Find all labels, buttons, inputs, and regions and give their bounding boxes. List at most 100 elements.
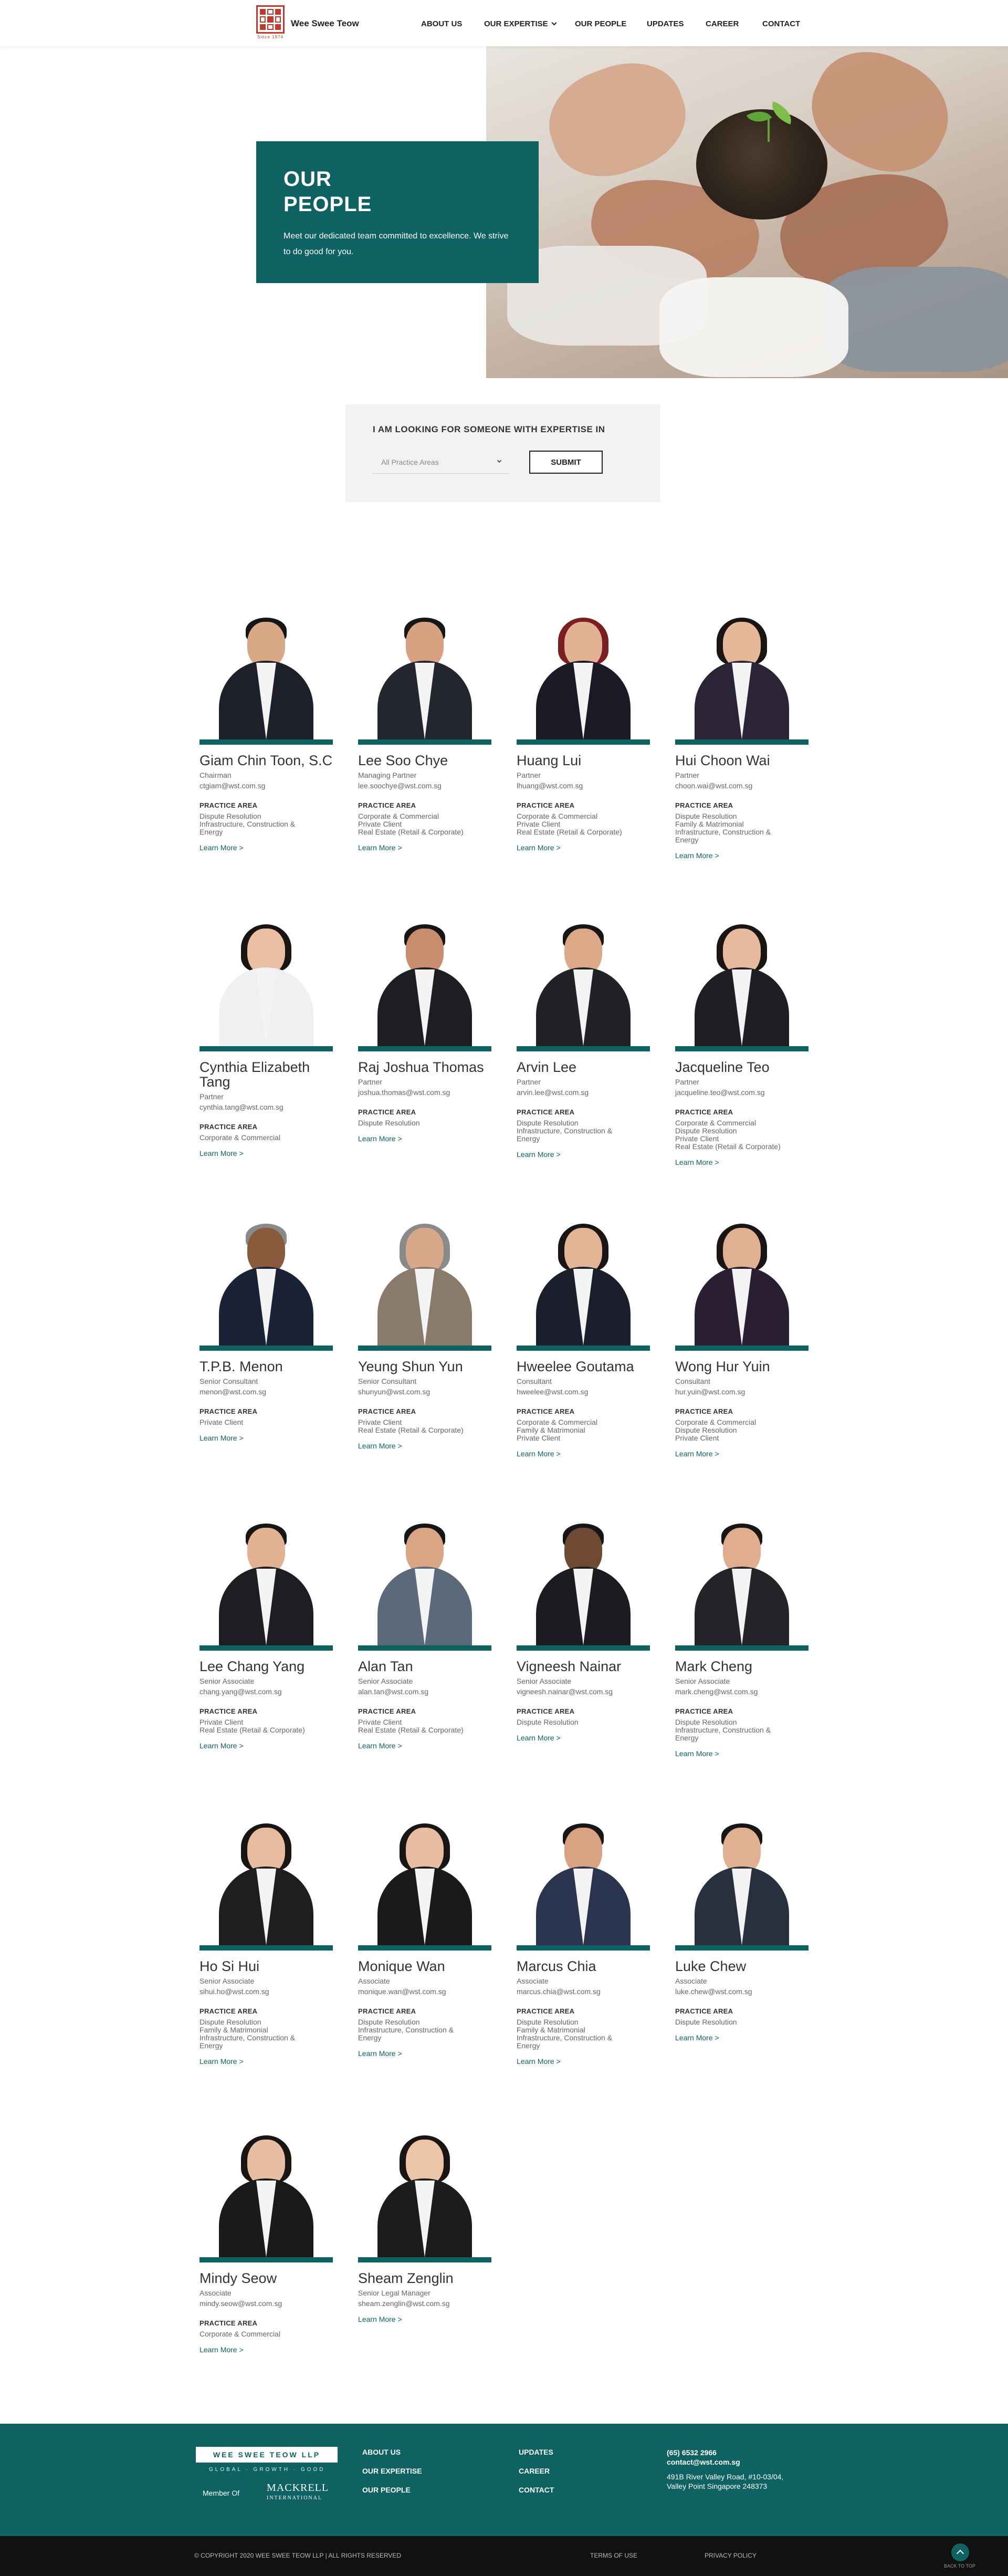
person-email[interactable]: sheam.zenglin@wst.com.sg: [358, 2299, 491, 2308]
person-email[interactable]: jacqueline.teo@wst.com.sg: [675, 1088, 808, 1097]
person-role: Consultant: [675, 1377, 710, 1385]
person-name[interactable]: Marcus Chia: [517, 1959, 650, 1974]
person-email[interactable]: vigneesh.nainar@wst.com.sg: [517, 1687, 650, 1696]
person-name[interactable]: Sheam Zenglin: [358, 2271, 491, 2286]
learn-more-link[interactable]: Learn More >: [675, 851, 719, 860]
learn-more-link[interactable]: Learn More >: [517, 2057, 561, 2066]
footer-link-contact[interactable]: CONTACT: [519, 2486, 554, 2494]
practice-area-list: Dispute Resolution: [517, 1718, 650, 1726]
person-name[interactable]: Hweelee Goutama: [517, 1359, 650, 1374]
person-name[interactable]: Cynthia Elizabeth Tang: [200, 1060, 333, 1089]
person-name[interactable]: Jacqueline Teo: [675, 1060, 808, 1075]
mackrell-sub: INTERNATIONAL: [267, 2495, 322, 2501]
person-email[interactable]: arvin.lee@wst.com.sg: [517, 1088, 650, 1097]
person-email[interactable]: cynthia.tang@wst.com.sg: [200, 1103, 333, 1111]
person-name[interactable]: Giam Chin Toon, S.C: [200, 753, 333, 768]
learn-more-link[interactable]: Learn More >: [358, 1134, 402, 1143]
person-photo: [358, 1798, 491, 1951]
nav-about-us[interactable]: ABOUT US: [421, 19, 462, 28]
person-name[interactable]: Mark Cheng: [675, 1659, 808, 1674]
learn-more-link[interactable]: Learn More >: [358, 2315, 402, 2323]
person-name[interactable]: Hui Choon Wai: [675, 753, 808, 768]
learn-more-link[interactable]: Learn More >: [200, 2345, 244, 2354]
learn-more-link[interactable]: Learn More >: [675, 1749, 719, 1758]
site-logo[interactable]: Since 1974: [254, 5, 287, 40]
practice-area-list: Corporate & Commercial Dispute Resolution…: [675, 1419, 808, 1442]
person-name[interactable]: T.P.B. Menon: [200, 1359, 333, 1374]
privacy-link[interactable]: PRIVACY POLICY: [705, 2552, 757, 2559]
person-email[interactable]: hweelee@wst.com.sg: [517, 1388, 650, 1396]
practice-area-select[interactable]: All Practice Areas: [373, 449, 509, 474]
person-email[interactable]: marcus.chia@wst.com.sg: [517, 1987, 650, 1996]
learn-more-link[interactable]: Learn More >: [200, 1149, 244, 1157]
learn-more-link[interactable]: Learn More >: [675, 1449, 719, 1458]
person-name[interactable]: Lee Chang Yang: [200, 1659, 333, 1674]
person-email[interactable]: lhuang@wst.com.sg: [517, 781, 650, 790]
practice-area-item: Family & Matrimonial: [200, 2026, 268, 2034]
footer-link-career[interactable]: CAREER: [519, 2467, 550, 2475]
person-email[interactable]: mindy.seow@wst.com.sg: [200, 2299, 333, 2308]
nav-career[interactable]: CAREER: [706, 19, 739, 28]
person-name[interactable]: Mindy Seow: [200, 2271, 333, 2286]
learn-more-link[interactable]: Learn More >: [517, 1734, 561, 1742]
person-email[interactable]: chang.yang@wst.com.sg: [200, 1687, 333, 1696]
person-email[interactable]: lee.soochye@wst.com.sg: [358, 781, 491, 790]
learn-more-link[interactable]: Learn More >: [358, 1741, 402, 1750]
nav-our-expertise[interactable]: OUR EXPERTISE: [484, 19, 557, 28]
learn-more-link[interactable]: Learn More >: [200, 843, 244, 852]
person-name[interactable]: Huang Lui: [517, 753, 650, 768]
person-name[interactable]: Luke Chew: [675, 1959, 808, 1974]
learn-more-link[interactable]: Learn More >: [675, 1158, 719, 1166]
person-email[interactable]: alan.tan@wst.com.sg: [358, 1687, 491, 1696]
person-name[interactable]: Arvin Lee: [517, 1060, 650, 1075]
learn-more-link[interactable]: Learn More >: [200, 2057, 244, 2066]
nav-contact[interactable]: CONTACT: [762, 19, 800, 28]
learn-more-link[interactable]: Learn More >: [200, 1434, 244, 1442]
person-name[interactable]: Monique Wan: [358, 1959, 491, 1974]
person-email[interactable]: menon@wst.com.sg: [200, 1388, 333, 1396]
person-email[interactable]: monique.wan@wst.com.sg: [358, 1987, 491, 1996]
person-email[interactable]: choon.wai@wst.com.sg: [675, 781, 808, 790]
learn-more-link[interactable]: Learn More >: [675, 2033, 719, 2042]
person-name[interactable]: Lee Soo Chye: [358, 753, 491, 768]
footer-link-our-expertise[interactable]: OUR EXPERTISE: [362, 2467, 422, 2475]
learn-more-link[interactable]: Learn More >: [200, 1741, 244, 1750]
brand-name[interactable]: Wee Swee Teow: [291, 18, 359, 29]
person-name[interactable]: Yeung Shun Yun: [358, 1359, 491, 1374]
person-email[interactable]: luke.chew@wst.com.sg: [675, 1987, 808, 1996]
person-name[interactable]: Alan Tan: [358, 1659, 491, 1674]
footer-link-updates[interactable]: UPDATES: [519, 2448, 553, 2456]
submit-button[interactable]: SUBMIT: [529, 451, 603, 474]
nav-updates[interactable]: UPDATES: [647, 19, 684, 28]
person-email[interactable]: hur.yuin@wst.com.sg: [675, 1388, 808, 1396]
practice-area-item: Dispute Resolution: [200, 812, 261, 820]
footer-email[interactable]: contact@wst.com.sg: [667, 2457, 740, 2467]
learn-more-link[interactable]: Learn More >: [358, 843, 402, 852]
person-email[interactable]: sihui.ho@wst.com.sg: [200, 1987, 333, 1996]
mackrell-logo[interactable]: MACKRELL INTERNATIONAL: [267, 2483, 329, 2504]
learn-more-link[interactable]: Learn More >: [517, 1449, 561, 1458]
practice-area-item: Family & Matrimonial: [517, 1426, 585, 1434]
person-email[interactable]: ctgiam@wst.com.sg: [200, 781, 333, 790]
person-name[interactable]: Ho Si Hui: [200, 1959, 333, 1974]
nav-our-people[interactable]: OUR PEOPLE: [575, 19, 626, 28]
back-to-top-button[interactable]: [951, 2543, 969, 2561]
photo-accent-bar: [517, 1645, 650, 1651]
footer-phone[interactable]: (65) 6532 2966: [667, 2448, 717, 2457]
learn-more-link[interactable]: Learn More >: [358, 2049, 402, 2058]
learn-more-link[interactable]: Learn More >: [517, 843, 561, 852]
person-email[interactable]: mark.cheng@wst.com.sg: [675, 1687, 808, 1696]
page-title-line2: PEOPLE: [284, 193, 372, 216]
person-card: Vigneesh Nainar Senior Associate vigneesh.…: [517, 1498, 650, 1743]
person-name[interactable]: Wong Hur Yuin: [675, 1359, 808, 1374]
person-name[interactable]: Raj Joshua Thomas: [358, 1060, 491, 1075]
person-name[interactable]: Vigneesh Nainar: [517, 1659, 650, 1674]
footer-link-our-people[interactable]: OUR PEOPLE: [362, 2486, 411, 2494]
learn-more-link[interactable]: Learn More >: [517, 1150, 561, 1159]
person-email[interactable]: shunyun@wst.com.sg: [358, 1388, 491, 1396]
footer-link-about-us[interactable]: ABOUT US: [362, 2448, 401, 2456]
learn-more-link[interactable]: Learn More >: [358, 1442, 402, 1450]
person-email[interactable]: joshua.thomas@wst.com.sg: [358, 1088, 491, 1097]
terms-link[interactable]: TERMS OF USE: [590, 2552, 637, 2559]
footer-logo[interactable]: WEE SWEE TEOW LLP: [196, 2447, 338, 2463]
